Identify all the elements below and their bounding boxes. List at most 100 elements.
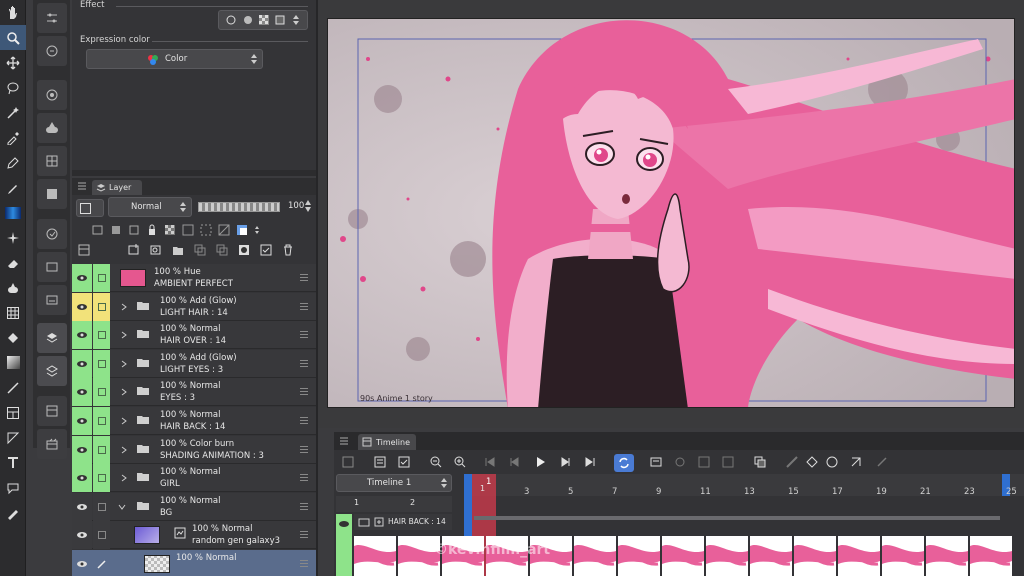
new-vector-layer-icon[interactable]	[150, 244, 162, 256]
drag-handle-icon[interactable]	[300, 331, 308, 339]
apply-mask-icon[interactable]	[260, 244, 272, 256]
animation-cels-icon[interactable]	[36, 285, 67, 315]
layer-row[interactable]: 100 % Normal random gen galaxy3	[72, 521, 316, 550]
loop-icon[interactable]	[614, 454, 634, 472]
palette-tl-icon[interactable]	[824, 454, 840, 470]
brush-tl-icon[interactable]	[874, 454, 890, 470]
new-folder-icon[interactable]	[172, 244, 184, 256]
cel-thumbnail[interactable]	[750, 536, 792, 576]
tone-effect-icon[interactable]	[258, 15, 269, 25]
zoom-in-icon[interactable]	[452, 454, 468, 470]
zoom-tool-icon[interactable]	[0, 25, 26, 50]
menu-icon[interactable]	[78, 182, 86, 190]
layer-visibility-toggle[interactable]	[72, 321, 92, 350]
layer-tab[interactable]: Layer	[92, 180, 142, 195]
expand-chevron-icon[interactable]	[120, 331, 128, 339]
layer-edit-toggle[interactable]	[93, 349, 110, 378]
panel-splitter[interactable]	[72, 170, 316, 176]
camera-icon[interactable]	[784, 454, 800, 470]
cel-thumbnail[interactable]	[926, 536, 968, 576]
timeline-tab[interactable]: Timeline	[358, 434, 416, 450]
palette-spinner-icon[interactable]	[254, 225, 260, 235]
drag-handle-icon[interactable]	[300, 417, 308, 425]
cel-thumbnail[interactable]	[574, 536, 616, 576]
next-frame-icon[interactable]	[558, 454, 574, 470]
pencil-tool-icon[interactable]	[0, 175, 26, 200]
layer-visibility-toggle[interactable]	[72, 292, 92, 321]
layers-dock-icon[interactable]	[36, 323, 67, 353]
layer-row[interactable]: 100 % Normal BG	[72, 492, 316, 521]
expression-color-select[interactable]: Color	[86, 49, 263, 69]
expand-chevron-icon[interactable]	[120, 474, 128, 482]
first-frame-icon[interactable]	[482, 454, 498, 470]
delete-cel-icon[interactable]	[720, 454, 736, 470]
drag-handle-icon[interactable]	[300, 388, 308, 396]
mask-add-icon[interactable]	[238, 244, 250, 256]
layer-edit-toggle[interactable]	[93, 550, 110, 576]
correction-tool-icon[interactable]	[0, 500, 26, 525]
range-bar[interactable]	[474, 516, 1000, 520]
cel-thumbnail[interactable]	[838, 536, 880, 576]
brush-swatch-icon[interactable]	[0, 200, 26, 225]
sub-tool-icon[interactable]	[36, 3, 67, 33]
cel-thumbnail[interactable]	[618, 536, 660, 576]
pen-tool-icon[interactable]	[0, 150, 26, 175]
expand-chevron-icon[interactable]	[120, 360, 128, 368]
layer-visibility-toggle[interactable]	[72, 349, 92, 378]
material-icon[interactable]	[36, 146, 67, 176]
layer-edit-toggle[interactable]	[93, 264, 110, 292]
cel-thumbnail[interactable]	[794, 536, 836, 576]
blend-tool-icon[interactable]	[0, 275, 26, 300]
layer-edit-toggle[interactable]	[93, 321, 110, 350]
layer-visibility-toggle[interactable]	[72, 435, 92, 464]
layer-edit-toggle[interactable]	[93, 292, 110, 321]
layer-visibility-toggle[interactable]	[72, 464, 92, 493]
layer-row[interactable]: 100 % Normal GIRL	[72, 464, 316, 493]
drawing-canvas[interactable]: 90s Anime 1 story	[327, 18, 1015, 408]
gradient-tool-icon[interactable]	[0, 350, 26, 375]
cel-thumbnail[interactable]	[354, 536, 396, 576]
frame-border-icon[interactable]	[0, 400, 26, 425]
timeline-dock-icon[interactable]	[36, 396, 67, 426]
new-animation-folder-icon[interactable]	[648, 454, 664, 470]
cel-thumbnail[interactable]	[706, 536, 748, 576]
fill-bucket-icon[interactable]	[0, 325, 26, 350]
layer-visibility-toggle[interactable]	[72, 378, 92, 407]
layers-alt-icon[interactable]	[36, 356, 67, 386]
drag-handle-icon[interactable]	[300, 445, 308, 454]
keyframe-icon[interactable]	[804, 454, 820, 470]
layer-row[interactable]: 100 % Add (Glow) LIGHT HAIR : 14	[72, 292, 316, 321]
cel-thumbnail[interactable]	[970, 536, 1012, 576]
lasso-tool-icon[interactable]	[0, 75, 26, 100]
magic-wand-icon[interactable]	[0, 100, 26, 125]
layer-row[interactable]: 100 % Hue AMBIENT PERFECT	[72, 264, 316, 292]
expand-chevron-icon[interactable]	[120, 417, 128, 425]
sparkle-tool-icon[interactable]	[0, 225, 26, 250]
new-timeline-icon[interactable]	[340, 454, 356, 470]
layer-edit-toggle[interactable]	[93, 464, 110, 493]
expand-chevron-icon[interactable]	[120, 446, 128, 454]
border-effect-icon[interactable]	[226, 15, 236, 25]
layer-color-toggle[interactable]	[76, 199, 104, 217]
tool-property-icon[interactable]	[36, 36, 67, 66]
layer-row[interactable]: 100 % Normal HAIR OVER : 14	[72, 321, 316, 350]
track-expand-icon[interactable]	[374, 517, 384, 527]
layer-row[interactable]: 100 % Normal HAIR BACK : 14	[72, 407, 316, 435]
mask-icon[interactable]	[218, 224, 230, 236]
layer-row[interactable]: 100 % Color burn SHADING ANIMATION : 3	[72, 435, 316, 464]
timeline-settings-icon[interactable]	[372, 454, 388, 470]
eraser-icon[interactable]	[0, 250, 26, 275]
search-layer-icon[interactable]	[36, 219, 67, 249]
balloon-tool-icon[interactable]	[0, 475, 26, 500]
layer-visibility-toggle[interactable]	[72, 407, 92, 435]
delete-layer-icon[interactable]	[282, 244, 294, 256]
specify-cel-icon[interactable]	[696, 454, 712, 470]
color-set-icon[interactable]	[36, 113, 67, 143]
grid-tool-icon[interactable]	[0, 300, 26, 325]
line-tool-icon[interactable]	[0, 375, 26, 400]
history-icon[interactable]	[36, 179, 67, 209]
layer-row[interactable]: 100 % Add (Glow) LIGHT EYES : 3	[72, 349, 316, 378]
collapse-chevron-icon[interactable]	[118, 503, 126, 511]
ruler-range-icon[interactable]	[200, 224, 212, 236]
layer-edit-toggle[interactable]	[93, 435, 110, 464]
